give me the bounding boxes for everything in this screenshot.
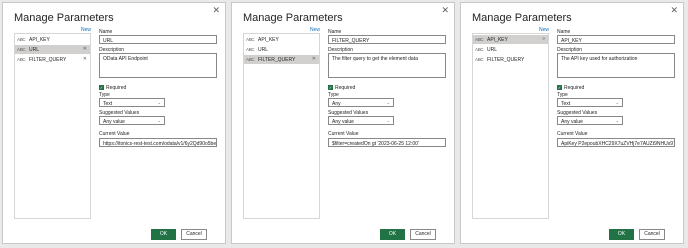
parameter-item-url[interactable]: ABC URL ✕ <box>15 45 90 54</box>
parameter-item-api-key[interactable]: ABC API_KEY <box>244 35 319 44</box>
parameter-item-url[interactable]: ABC URL <box>473 45 548 54</box>
dialog-title: Manage Parameters <box>243 12 343 24</box>
parameter-type-icon: ABC <box>246 37 255 42</box>
parameter-item-label: URL <box>258 46 269 53</box>
parameter-item-filter-query[interactable]: ABC FILTER_QUERY <box>473 55 548 64</box>
parameter-list: ABC API_KEY ABC URL ✕ ABC FILTER_QUERY ✕ <box>14 33 91 219</box>
parameter-item-api-key[interactable]: ABC API_KEY <box>15 35 90 44</box>
close-icon[interactable]: ✕ <box>441 6 449 15</box>
delete-icon[interactable]: ✕ <box>312 56 316 62</box>
parameter-item-label: URL <box>487 46 498 53</box>
chevron-down-icon: ⌄ <box>157 118 161 123</box>
ok-button[interactable]: OK <box>380 229 405 240</box>
type-select-value: Any <box>332 100 341 107</box>
required-label: Required <box>335 85 356 91</box>
chevron-down-icon: ⌄ <box>615 100 619 105</box>
parameter-item-api-key[interactable]: ABC API_KEY » <box>473 35 548 44</box>
suggested-values-value: Any value <box>103 118 125 125</box>
manage-parameters-dialog-2: ✕ Manage Parameters New ABC API_KEY ABC … <box>231 2 455 244</box>
required-checkbox[interactable]: ✓ <box>328 85 333 90</box>
required-checkbox[interactable]: ✓ <box>557 85 562 90</box>
suggested-values-value: Any value <box>332 118 354 125</box>
ok-button[interactable]: OK <box>609 229 634 240</box>
parameter-item-label: API_KEY <box>29 36 50 43</box>
manage-parameters-dialog-1: ✕ Manage Parameters New ABC API_KEY ABC … <box>2 2 226 244</box>
type-select[interactable]: Any ⌄ <box>328 98 394 107</box>
ok-button[interactable]: OK <box>151 229 176 240</box>
cancel-button[interactable]: Cancel <box>410 229 436 240</box>
type-select[interactable]: Text ⌄ <box>99 98 165 107</box>
current-value-label: Current Value <box>328 131 359 137</box>
parameter-type-icon: ABC <box>17 37 26 42</box>
parameter-list: ABC API_KEY ABC URL ABC FILTER_QUERY ✕ <box>243 33 320 219</box>
parameter-item-label: FILTER_QUERY <box>487 56 525 63</box>
parameter-item-label: FILTER_QUERY <box>258 56 296 63</box>
parameter-item-label: FILTER_QUERY <box>29 56 67 63</box>
parameter-type-icon: ABC <box>475 47 484 52</box>
parameter-item-filter-query[interactable]: ABC FILTER_QUERY ✕ <box>15 55 90 64</box>
parameter-type-icon: ABC <box>17 57 26 62</box>
description-input[interactable]: OData API Endpoint <box>99 53 217 78</box>
type-select-value: Text <box>561 100 571 107</box>
parameter-item-filter-query[interactable]: ABC FILTER_QUERY ✕ <box>244 55 319 64</box>
suggested-values-value: Any value <box>561 118 583 125</box>
description-input[interactable]: The filter query to get the element data <box>328 53 446 78</box>
close-icon[interactable]: ✕ <box>212 6 220 15</box>
suggested-values-select[interactable]: Any value ⌄ <box>557 116 623 125</box>
close-icon[interactable]: ✕ <box>670 6 678 15</box>
parameter-type-icon: ABC <box>17 47 26 52</box>
cancel-button[interactable]: Cancel <box>639 229 665 240</box>
description-input[interactable]: The API key used for authorization <box>557 53 675 78</box>
dialog-title: Manage Parameters <box>14 12 114 24</box>
name-input[interactable]: API_KEY <box>557 35 675 44</box>
parameter-type-icon: ABC <box>475 57 484 62</box>
suggested-values-select[interactable]: Any value ⌄ <box>99 116 165 125</box>
current-value-input[interactable]: $filter=createdOn gt '2023-06-25 12:00' <box>328 138 446 147</box>
parameter-type-icon: ABC <box>246 57 255 62</box>
chevron-down-icon: ⌄ <box>615 118 619 123</box>
chevron-down-icon: ⌄ <box>157 100 161 105</box>
chevron-down-icon: ⌄ <box>386 100 390 105</box>
current-value-label: Current Value <box>99 131 130 137</box>
manage-parameters-dialog-3: ✕ Manage Parameters New ABC API_KEY » AB… <box>460 2 684 244</box>
current-value-input[interactable]: https://itonics-rest-test.com/odata/v1/6… <box>99 138 217 147</box>
parameter-type-icon: ABC <box>246 47 255 52</box>
suggested-values-select[interactable]: Any value ⌄ <box>328 116 394 125</box>
parameter-item-label: API_KEY <box>487 36 508 43</box>
type-select[interactable]: Text ⌄ <box>557 98 623 107</box>
parameter-type-icon: ABC <box>475 37 484 42</box>
cancel-button[interactable]: Cancel <box>181 229 207 240</box>
delete-icon[interactable]: ✕ <box>83 46 87 52</box>
chevron-down-icon: ⌄ <box>386 118 390 123</box>
parameter-item-label: API_KEY <box>258 36 279 43</box>
expand-icon[interactable]: » <box>542 36 545 42</box>
type-select-value: Text <box>103 100 113 107</box>
required-label: Required <box>564 85 585 91</box>
name-input[interactable]: URL <box>99 35 217 44</box>
required-label: Required <box>106 85 127 91</box>
parameter-item-label: URL <box>29 46 40 53</box>
required-checkbox[interactable]: ✓ <box>99 85 104 90</box>
dialog-title: Manage Parameters <box>472 12 572 24</box>
parameter-list: ABC API_KEY » ABC URL ABC FILTER_QUERY <box>472 33 549 219</box>
delete-icon[interactable]: ✕ <box>83 56 87 62</box>
name-input[interactable]: FILTER_QUERY <box>328 35 446 44</box>
current-value-label: Current Value <box>557 131 588 137</box>
parameter-item-url[interactable]: ABC URL <box>244 45 319 54</box>
current-value-input[interactable]: ApiKey P2epoubXHC29X7uZVHj7e7AUZt9NHUs97… <box>557 138 675 147</box>
